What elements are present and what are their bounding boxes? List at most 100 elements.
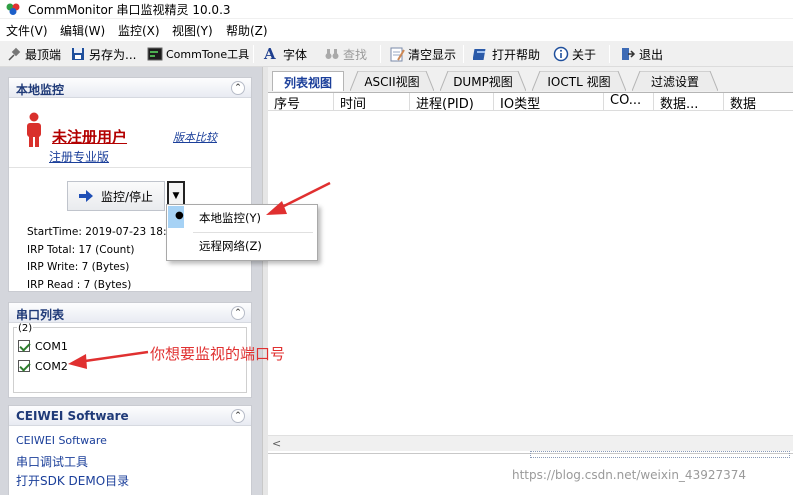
collapse-icon[interactable]: ⌃ bbox=[231, 409, 245, 423]
save-as-button[interactable]: 另存为... bbox=[70, 44, 136, 64]
tab-filter-label: 过滤设置 bbox=[650, 75, 699, 89]
com2-label: COM2 bbox=[35, 360, 68, 373]
column-header-data[interactable]: 数据 bbox=[724, 93, 793, 111]
monitor-mode-menu: ● 本地监控(Y) 远程网络(Z) bbox=[166, 204, 318, 261]
font-button[interactable]: A 字体 bbox=[264, 44, 307, 64]
font-icon: A bbox=[264, 45, 276, 63]
toolbar-separator bbox=[609, 45, 610, 63]
monitor-stop-label: 监控/停止 bbox=[100, 189, 154, 204]
start-time: StartTime: 2019-07-23 18:37 bbox=[27, 226, 180, 238]
title-bar: CommMonitor 串口监视精灵 10.0.3 bbox=[0, 0, 793, 18]
menu-item-local-monitor[interactable]: 本地监控(Y) bbox=[199, 210, 261, 226]
toolbar-separator bbox=[380, 45, 381, 63]
ceiwei-software-link[interactable]: CEIWEI Software bbox=[16, 434, 107, 447]
menu-bar: 文件(V) 编辑(W) 监控(X) 视图(Y) 帮助(Z) bbox=[0, 19, 793, 41]
clear-icon bbox=[390, 47, 405, 62]
menu-edit[interactable]: 编辑(W) bbox=[60, 22, 105, 39]
about-label: 关于 bbox=[572, 47, 597, 62]
com2-checkbox[interactable] bbox=[18, 360, 30, 372]
monitor-stop-button[interactable]: 监控/停止 bbox=[67, 181, 165, 211]
menu-divider bbox=[193, 232, 313, 233]
port-list-title: 串口列表 bbox=[16, 308, 65, 322]
terminal-icon bbox=[147, 47, 163, 61]
clear-display-button[interactable]: 清空显示 bbox=[389, 44, 456, 64]
panel-divider bbox=[9, 167, 251, 168]
irp-read: IRP Read : 7 (Bytes) bbox=[27, 278, 132, 291]
floppy-icon bbox=[72, 48, 84, 60]
tab-ioctl-label: IOCTL 视图 bbox=[547, 75, 611, 89]
find-button[interactable]: 查找 bbox=[324, 44, 367, 64]
topmost-label: 最顶端 bbox=[25, 47, 62, 62]
tab-dump-label: DUMP视图 bbox=[453, 75, 513, 89]
scroll-left-icon[interactable]: < bbox=[272, 437, 281, 450]
com1-label: COM1 bbox=[35, 340, 68, 353]
open-help-label: 打开帮助 bbox=[492, 47, 541, 62]
info-icon bbox=[553, 46, 569, 62]
exit-button[interactable]: 退出 bbox=[620, 44, 663, 64]
left-pane: 本地监控 ⌃ 未注册用户 版本比较 注册专业版 监控/停止 ▼ StartTim… bbox=[0, 67, 262, 495]
exit-label: 退出 bbox=[639, 47, 664, 62]
ceiwei-header[interactable]: CEIWEI Software ⌃ bbox=[9, 406, 251, 426]
tab-ascii-label: ASCII视图 bbox=[364, 75, 420, 89]
tab-list-view[interactable]: 列表视图 bbox=[272, 71, 344, 91]
port-list-header[interactable]: 串口列表 ⌃ bbox=[9, 303, 251, 323]
irp-total: IRP Total: 17 (Count) bbox=[27, 243, 135, 256]
about-button[interactable]: 关于 bbox=[553, 44, 596, 64]
column-header-seq[interactable]: 序号 bbox=[268, 93, 334, 111]
commtone-button[interactable]: CommTone工具 bbox=[147, 44, 249, 64]
version-compare-link[interactable]: 版本比较 bbox=[173, 129, 217, 145]
sdk-demo-link[interactable]: 打开SDK DEMO目录 bbox=[16, 472, 129, 489]
watermark: https://blog.csdn.net/weixin_43927374 bbox=[512, 468, 747, 482]
tab-ioctl-view[interactable]: IOCTL 视图 bbox=[532, 71, 626, 91]
irp-write: IRP Write: 7 (Bytes) bbox=[27, 261, 130, 273]
local-monitor-header[interactable]: 本地监控 ⌃ bbox=[9, 78, 251, 98]
collapse-icon[interactable]: ⌃ bbox=[231, 81, 245, 95]
toolbar-separator bbox=[463, 45, 464, 63]
toolbar: 最顶端 另存为... CommTone工具 A 字体 查找 清空显示 打开帮助 … bbox=[0, 41, 793, 67]
open-help-button[interactable]: 打开帮助 bbox=[473, 44, 540, 64]
tab-filter-settings[interactable]: 过滤设置 bbox=[632, 71, 718, 91]
binoculars-icon bbox=[325, 49, 339, 59]
horizontal-scrollbar[interactable]: < bbox=[268, 435, 793, 451]
menu-help[interactable]: 帮助(Z) bbox=[226, 22, 268, 39]
com1-checkbox[interactable] bbox=[18, 340, 30, 352]
column-header-process[interactable]: 进程(PID) bbox=[410, 93, 494, 111]
toolbar-separator bbox=[253, 45, 254, 63]
save-as-label: 另存为... bbox=[89, 47, 137, 62]
bullet-icon: ● bbox=[175, 210, 184, 221]
menu-item-remote-network[interactable]: 远程网络(Z) bbox=[199, 238, 262, 254]
exit-icon bbox=[622, 48, 636, 60]
splitter-grip[interactable] bbox=[530, 451, 790, 458]
column-header-data-short[interactable]: 数据... bbox=[654, 93, 724, 111]
pin-icon bbox=[8, 47, 21, 61]
menu-monitor[interactable]: 监控(X) bbox=[118, 22, 160, 39]
clear-display-label: 清空显示 bbox=[408, 47, 457, 62]
menu-file[interactable]: 文件(V) bbox=[6, 22, 48, 39]
ceiwei-panel: CEIWEI Software ⌃ CEIWEI Software 串口调试工具… bbox=[8, 405, 252, 495]
local-monitor-title: 本地监控 bbox=[16, 83, 65, 97]
find-label: 查找 bbox=[343, 47, 368, 62]
annotation-text: 你想要监视的端口号 bbox=[150, 345, 286, 363]
serial-debug-tool-link[interactable]: 串口调试工具 bbox=[16, 453, 88, 470]
topmost-button[interactable]: 最顶端 bbox=[6, 44, 61, 64]
collapse-icon[interactable]: ⌃ bbox=[231, 306, 245, 320]
port-count: (2) bbox=[17, 323, 34, 334]
arrow-right-icon bbox=[78, 190, 93, 202]
chevron-down-icon: ▼ bbox=[172, 191, 180, 201]
stats-block: StartTime: 2019-07-23 18:37 IRP Total: 1… bbox=[27, 224, 180, 294]
column-header-io-type[interactable]: IO类型 bbox=[494, 93, 604, 111]
commtone-label: CommTone工具 bbox=[166, 48, 250, 61]
column-header-co[interactable]: CO... bbox=[604, 93, 654, 111]
help-book-icon bbox=[473, 49, 486, 60]
font-label: 字体 bbox=[283, 47, 308, 62]
menu-view[interactable]: 视图(Y) bbox=[172, 22, 213, 39]
tab-ascii-view[interactable]: ASCII视图 bbox=[350, 71, 434, 91]
register-pro-link[interactable]: 注册专业版 bbox=[49, 148, 109, 165]
window-title: CommMonitor 串口监视精灵 10.0.3 bbox=[28, 3, 231, 17]
right-pane: 列表视图 ASCII视图 DUMP视图 IOCTL 视图 过滤设置 序号 时间 … bbox=[268, 67, 793, 495]
unregistered-user-link[interactable]: 未注册用户 bbox=[52, 126, 127, 147]
user-icon bbox=[27, 112, 41, 147]
tab-dump-view[interactable]: DUMP视图 bbox=[440, 71, 526, 91]
column-header-time[interactable]: 时间 bbox=[334, 93, 410, 111]
app-icon bbox=[6, 3, 20, 15]
